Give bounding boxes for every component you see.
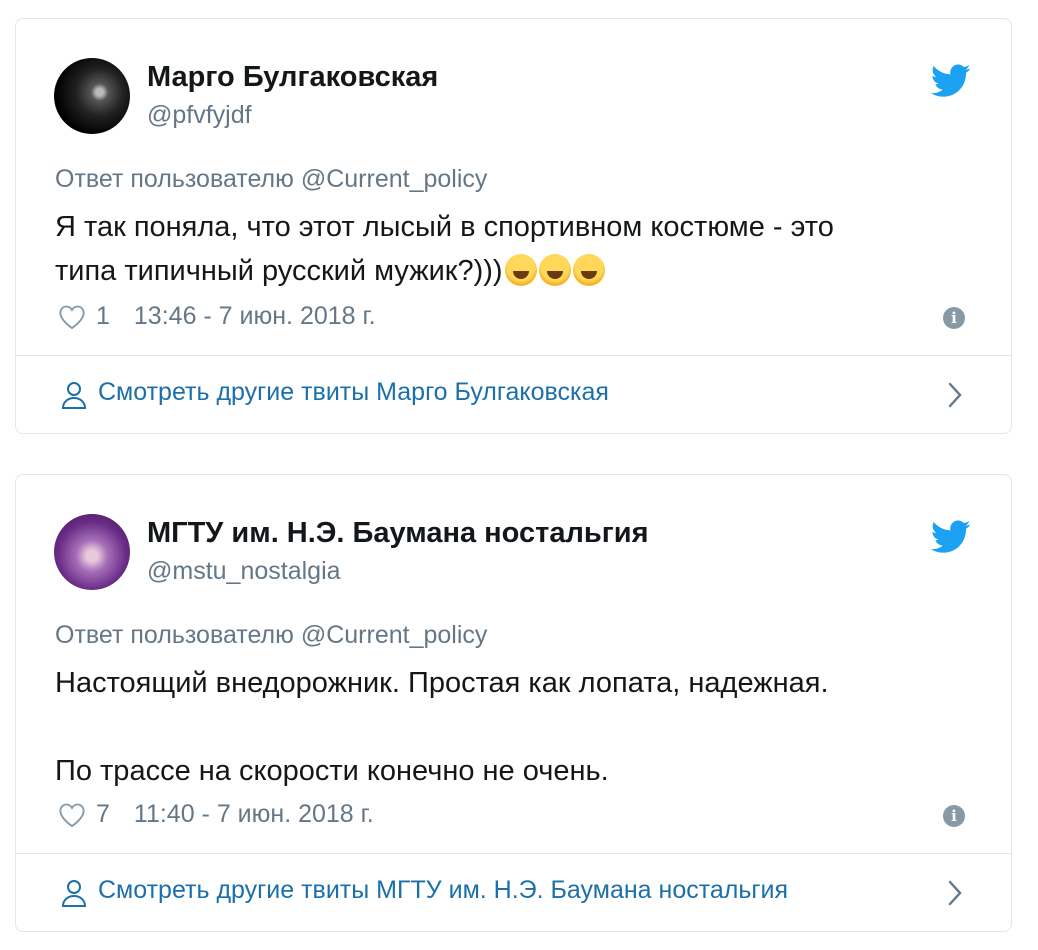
tweet-text: Я так поняла, что этот лысый в спортивно… xyxy=(55,205,975,293)
tweet-card: Марго Булгаковская @pfvfyjdf Ответ польз… xyxy=(15,18,1012,434)
author-handle[interactable]: @mstu_nostalgia xyxy=(147,557,341,586)
twitter-bird-icon[interactable] xyxy=(931,64,971,98)
tweet-text-line: Я так поняла, что этот лысый в спортивно… xyxy=(55,211,834,243)
view-more-tweets-link[interactable]: Смотреть другие твиты Марго Булгаковская xyxy=(16,356,1011,434)
rolling-on-floor-laughing-icon xyxy=(572,254,605,286)
reply-to-label[interactable]: Ответ пользователю @Current_policy xyxy=(55,621,487,650)
tweet-text-line-with-emoji: типа типичный русский мужик?))) xyxy=(55,249,975,293)
tweet-text: Настоящий внедорожник. Простая как лопат… xyxy=(55,661,975,793)
rolling-on-floor-laughing-icon xyxy=(538,254,571,286)
like-count[interactable]: 7 xyxy=(96,800,110,829)
tweet-meta: 7 11:40 - 7 июн. 2018 г. xyxy=(58,800,374,829)
heart-icon[interactable] xyxy=(58,304,86,330)
chevron-right-icon[interactable] xyxy=(947,381,963,409)
reply-to-label[interactable]: Ответ пользователю @Current_policy xyxy=(55,165,487,194)
rolling-on-floor-laughing-icon xyxy=(504,254,537,286)
timestamp[interactable]: 13:46 - 7 июн. 2018 г. xyxy=(134,302,376,331)
author-name[interactable]: Марго Булгаковская xyxy=(147,61,438,94)
user-icon xyxy=(61,880,87,907)
tweet-text-line: По трассе на скорости конечно не очень. xyxy=(55,755,609,787)
author-handle[interactable]: @pfvfyjdf xyxy=(147,101,252,130)
heart-icon[interactable] xyxy=(58,802,86,828)
tweet-card: МГТУ им. Н.Э. Баумана ностальгия @mstu_n… xyxy=(15,474,1012,932)
tweet-meta: 1 13:46 - 7 июн. 2018 г. xyxy=(58,302,376,331)
info-icon[interactable]: i xyxy=(943,307,965,329)
tweet-text-line: типа типичный русский мужик?))) xyxy=(55,255,503,287)
view-more-tweets-link[interactable]: Смотреть другие твиты МГТУ им. Н.Э. Баум… xyxy=(16,854,1011,932)
like-count[interactable]: 1 xyxy=(96,302,110,331)
user-icon xyxy=(61,382,87,409)
twitter-bird-icon[interactable] xyxy=(931,520,971,554)
tweet-text-line: Настоящий внедорожник. Простая как лопат… xyxy=(55,667,829,699)
info-icon[interactable]: i xyxy=(943,805,965,827)
timestamp[interactable]: 11:40 - 7 июн. 2018 г. xyxy=(134,800,374,829)
view-more-tweets-label[interactable]: Смотреть другие твиты МГТУ им. Н.Э. Баум… xyxy=(98,876,788,905)
tweet-text-blank-line xyxy=(55,705,975,749)
chevron-right-icon[interactable] xyxy=(947,879,963,907)
avatar[interactable] xyxy=(54,58,130,134)
avatar[interactable] xyxy=(54,514,130,590)
view-more-tweets-label[interactable]: Смотреть другие твиты Марго Булгаковская xyxy=(98,378,609,407)
author-name[interactable]: МГТУ им. Н.Э. Баумана ностальгия xyxy=(147,517,649,550)
